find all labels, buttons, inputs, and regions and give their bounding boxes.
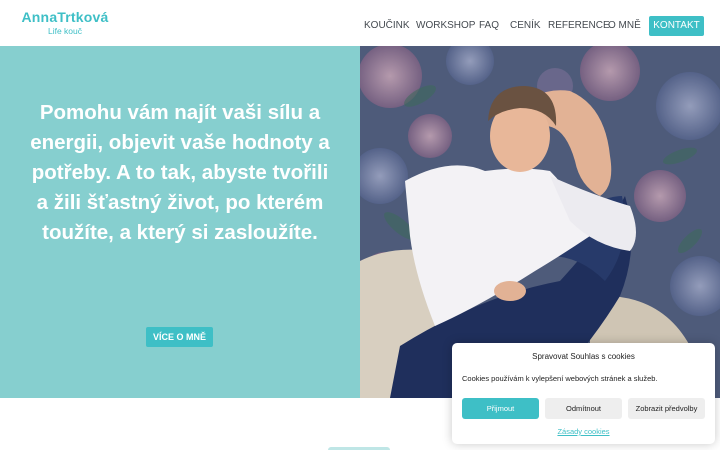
cookie-message: Cookies používám k vylepšení webových st… xyxy=(462,374,658,383)
cookie-title: Spravovat Souhlas s cookies xyxy=(532,352,635,361)
nav-item-koucink[interactable]: KOUČINK xyxy=(364,20,410,31)
nav-item-cenik[interactable]: CENÍK xyxy=(510,20,541,31)
nav-item-faq[interactable]: FAQ xyxy=(479,20,499,31)
nav-item-workshop[interactable]: WORKSHOP xyxy=(416,20,475,31)
site-header: AnnaTrtková Life kouč KOUČINK WORKSHOP F… xyxy=(0,0,720,46)
site-logo[interactable]: AnnaTrtková Life kouč xyxy=(20,9,110,36)
accept-cookies-button[interactable]: Přijmout xyxy=(462,398,539,419)
logo-tagline: Life kouč xyxy=(47,26,83,36)
about-me-button[interactable]: VÍCE O MNĚ xyxy=(146,327,213,347)
cookie-policy-link[interactable]: Zásady cookies xyxy=(452,427,715,436)
deny-cookies-button[interactable]: Odmítnout xyxy=(545,398,622,419)
nav-item-o-mne[interactable]: O MNĚ xyxy=(608,20,641,31)
cookie-consent-banner: Spravovat Souhlas s cookies Cookies použ… xyxy=(452,343,715,444)
hero-headline: Pomohu vám najít vaši sílu a energii, ob… xyxy=(30,101,330,244)
cookie-preferences-button[interactable]: Zobrazit předvolby xyxy=(628,398,705,419)
logo-name: AnnaTrtková xyxy=(21,9,109,25)
contact-button[interactable]: KONTAKT xyxy=(649,16,704,36)
hero-text-panel: Pomohu vám najít vaši sílu a energii, ob… xyxy=(0,46,360,398)
nav-item-reference[interactable]: REFERENCE xyxy=(548,20,610,31)
